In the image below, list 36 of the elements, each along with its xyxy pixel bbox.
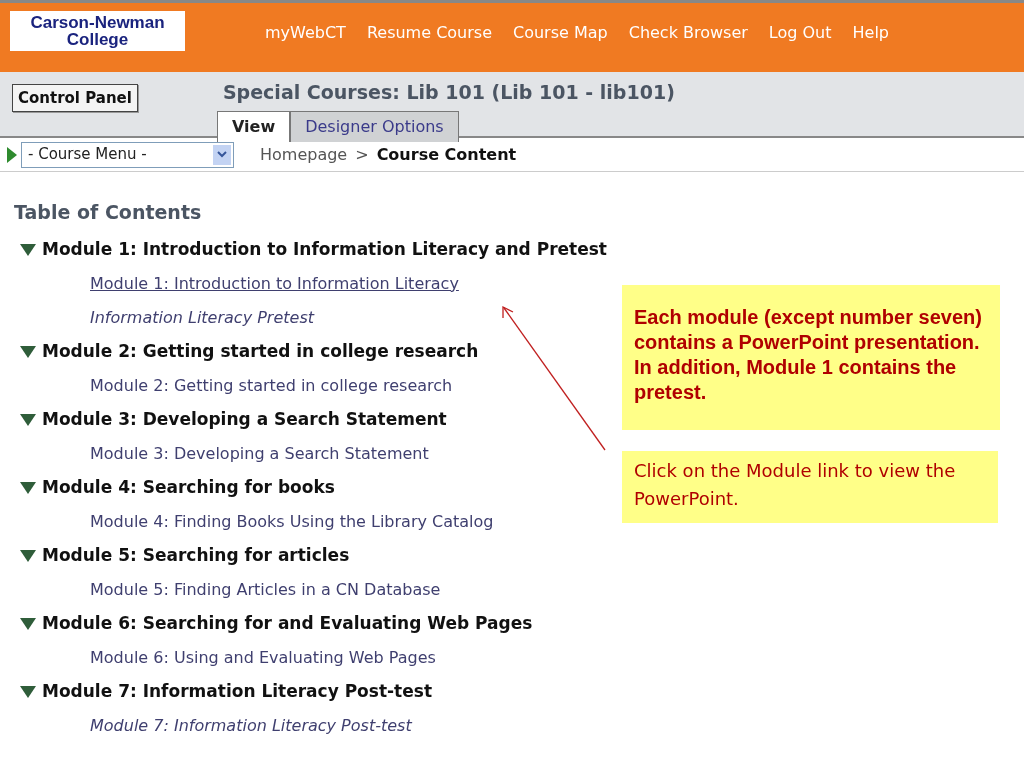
expanded-triangle-icon[interactable] [20,413,36,426]
expanded-triangle-icon[interactable] [20,345,36,358]
content-link[interactable]: Module 4: Finding Books Using the Library Catalog [90,509,494,534]
breadcrumb-current: Course Content [376,143,517,166]
module-heading: Module 6: Searching for and Evaluating Web Pages [42,611,533,635]
tab[interactable]: Designer Options [290,110,459,142]
module-heading: Module 1: Introduction to Information Literacy and Pretest [42,237,607,261]
expanded-triangle-icon[interactable] [20,685,36,698]
module-heading: Module 2: Getting started in college research [42,339,479,363]
content-link[interactable]: Module 3: Developing a Search Statement [90,441,429,466]
tab[interactable]: View [216,110,291,142]
expanded-triangle-icon[interactable] [20,617,36,630]
callout-note: Click on the Module link to view the PowerPoint. [622,451,998,523]
expanded-triangle-icon[interactable] [20,549,36,562]
chevron-down-icon [217,151,227,158]
play-icon [7,146,17,163]
expanded-triangle-icon[interactable] [20,481,36,494]
breadcrumb-link[interactable]: Homepage [260,142,348,167]
content-link[interactable]: Module 6: Using and Evaluating Web Pages [90,645,436,670]
content-link[interactable]: Module 1: Introduction to Information Literacy [90,271,459,296]
quiz-link[interactable]: Information Literacy Pretest [90,305,314,330]
callout-note: Each module (except number seven) contains a PowerPoint presentation. In addition, Module 1 contains the pretest. [622,285,1000,430]
college-logo[interactable]: Carson-Newman College [10,11,185,51]
course-title: Special Courses: Lib 101 (Lib 101 - lib101) [222,80,675,105]
control-panel-button[interactable]: Control Panel [12,84,138,112]
breadcrumb-separator: > [355,143,369,166]
toc-title: Table of Contents [14,200,203,225]
module-heading: Module 4: Searching for books [42,475,335,499]
module-heading: Module 3: Developing a Search Statement [42,407,447,431]
content-link[interactable]: Module 2: Getting started in college research [90,373,453,398]
module-heading: Module 7: Information Literacy Post-test [42,679,432,703]
content-link[interactable]: Module 5: Finding Articles in a CN Database [90,577,441,602]
course-menu-dropdown[interactable]: - Course Menu - [21,141,234,168]
expanded-triangle-icon[interactable] [20,243,36,256]
quiz-link[interactable]: Module 7: Information Literacy Post-test [90,713,412,738]
module-heading: Module 5: Searching for articles [42,543,350,567]
